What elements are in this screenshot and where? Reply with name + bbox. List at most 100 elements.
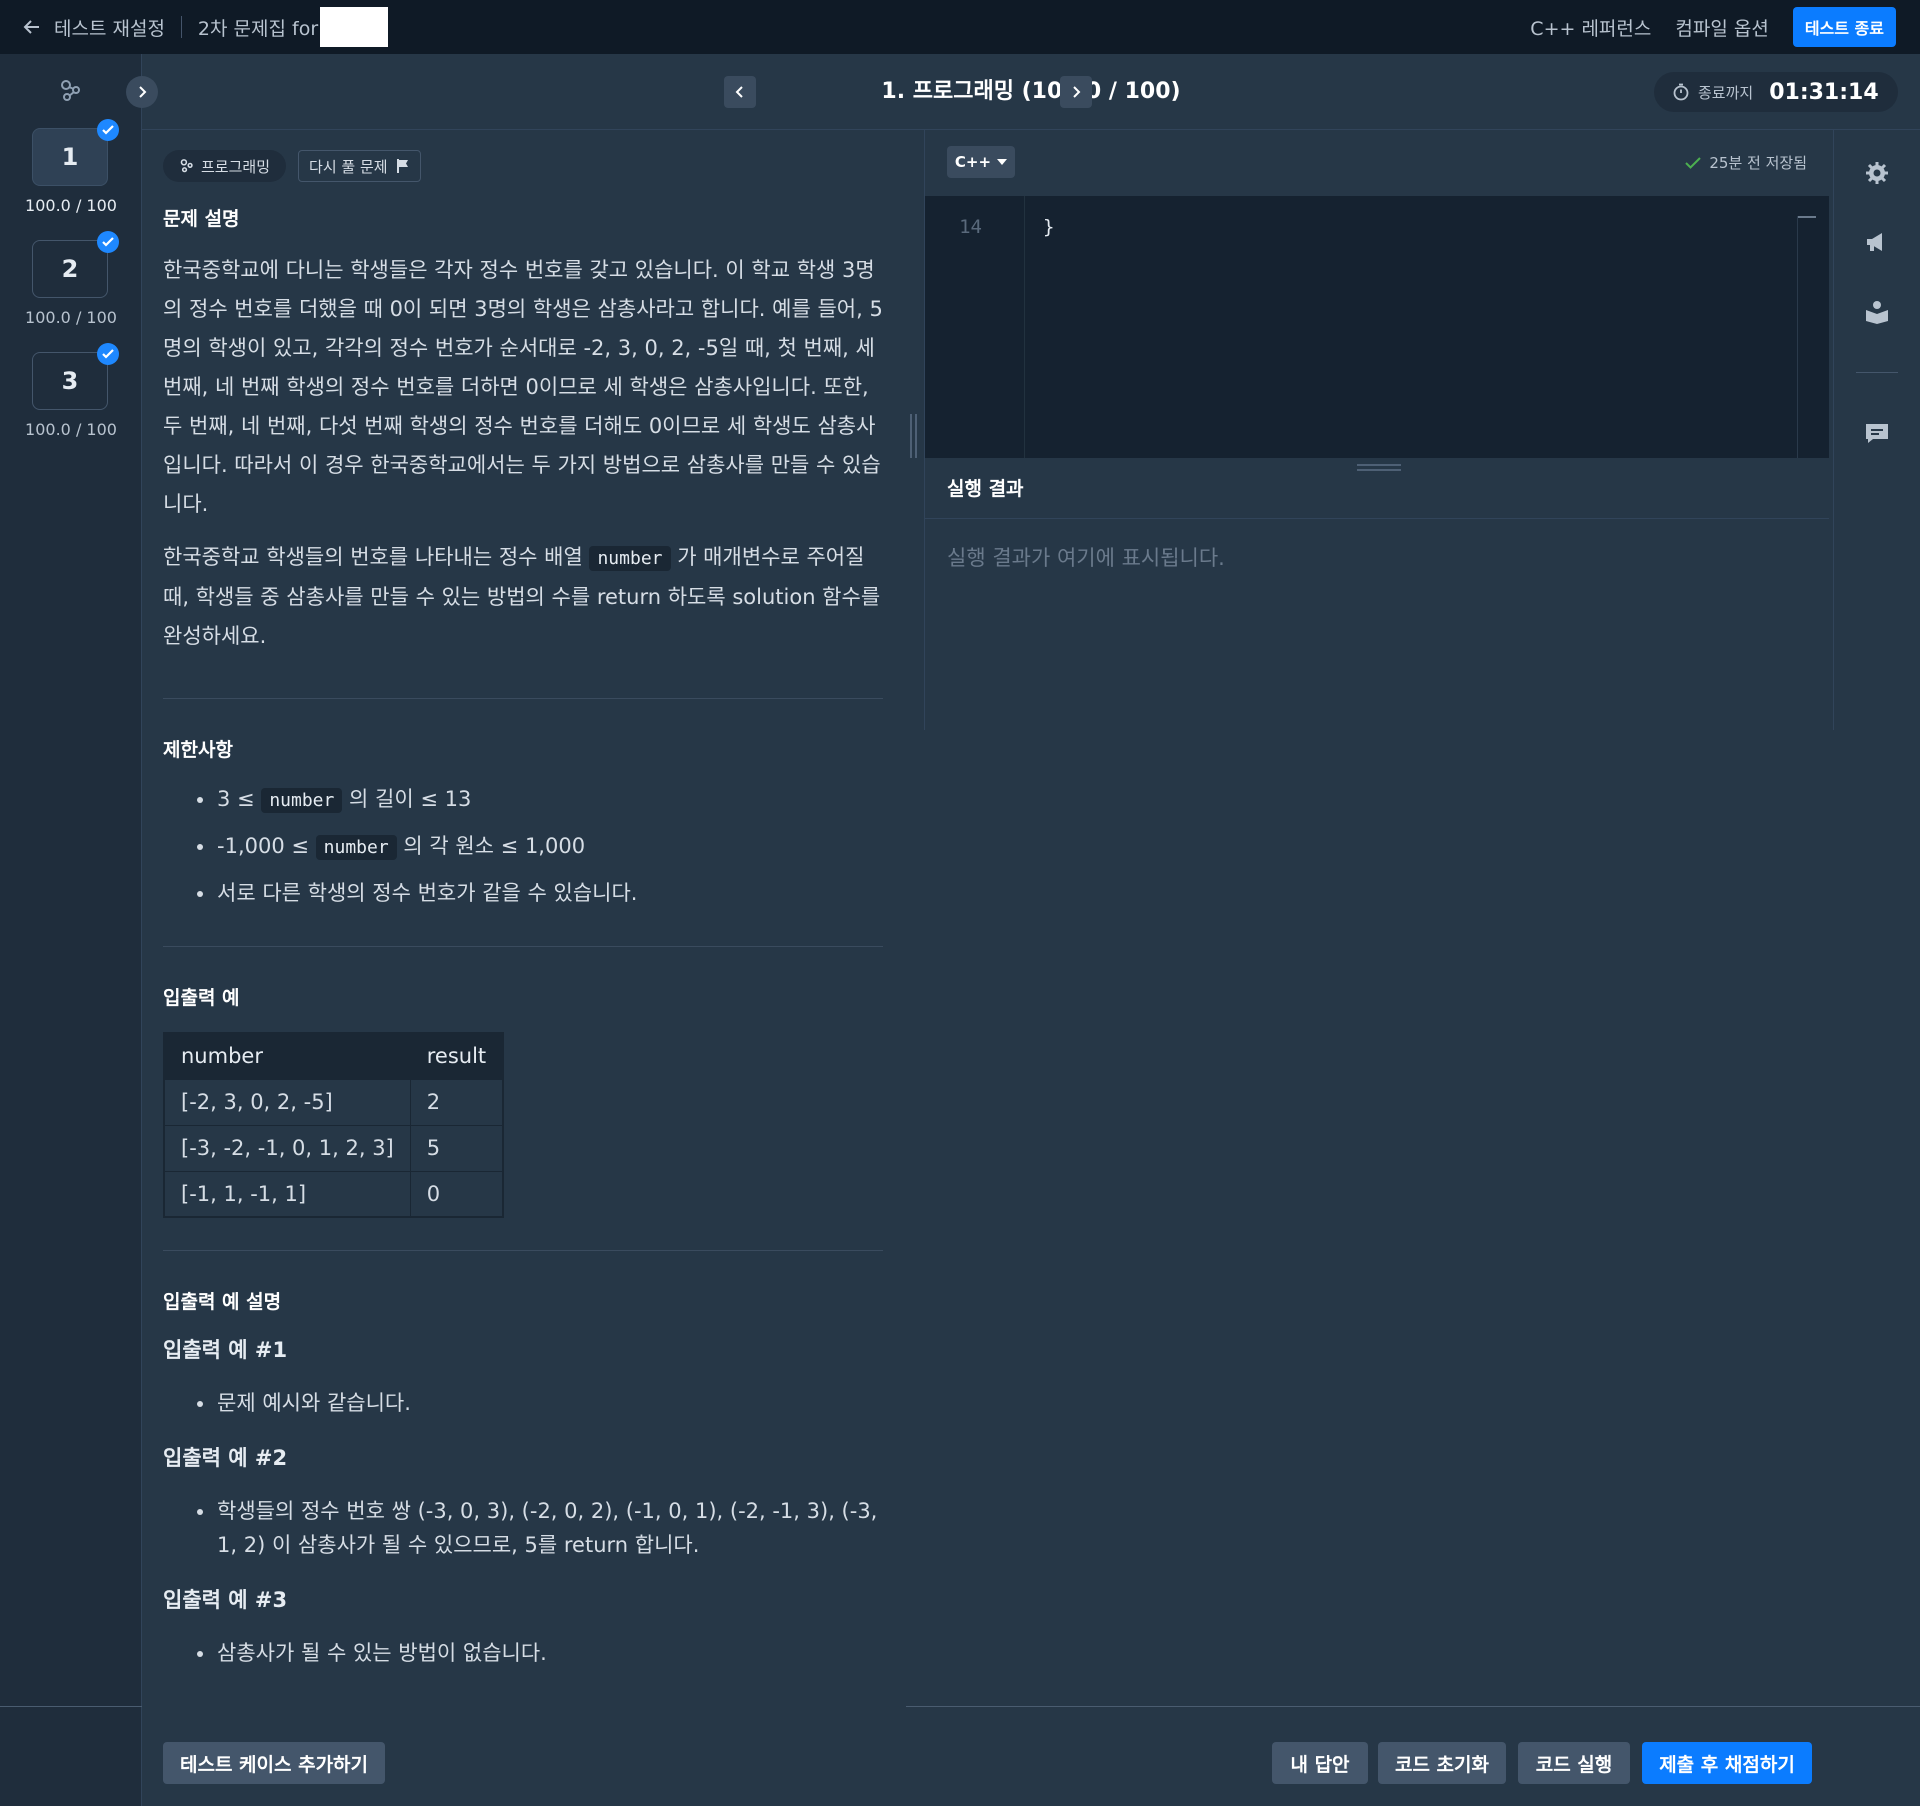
programming-icon bbox=[61, 80, 80, 101]
code-line: } bbox=[1043, 216, 1055, 238]
end-test-button[interactable]: 테스트 종료 bbox=[1792, 7, 1896, 47]
example-list: 삼총사가 될 수 있는 방법이 없습니다. bbox=[163, 1636, 883, 1670]
megaphone-icon[interactable] bbox=[1864, 229, 1890, 255]
programming-icon bbox=[180, 159, 193, 173]
question-header: 1. 프로그래밍 (100.0 / 100) 종료까지 01:31:14 bbox=[142, 54, 1920, 130]
retry-problem-button[interactable]: 다시 풀 문제 bbox=[298, 150, 421, 182]
example-title: 입출력 예 #3 bbox=[163, 1588, 288, 1612]
divider bbox=[1856, 372, 1898, 373]
table-row: [-1, 1, -1, 1] 0 bbox=[163, 1170, 504, 1218]
next-question-button[interactable] bbox=[1060, 76, 1092, 108]
divider bbox=[163, 698, 883, 699]
category-tag: 프로그래밍 bbox=[163, 150, 287, 182]
chat-icon[interactable] bbox=[1864, 420, 1890, 446]
table-row: [-3, -2, -1, 0, 1, 2, 3] 5 bbox=[163, 1124, 504, 1172]
question-1-button[interactable]: 1 bbox=[32, 119, 119, 186]
add-testcase-button[interactable]: 테스트 케이스 추가하기 bbox=[163, 1742, 385, 1784]
divider bbox=[0, 1706, 142, 1707]
table-cell: [-3, -2, -1, 0, 1, 2, 3] bbox=[163, 1124, 411, 1172]
example-title: 입출력 예 #2 bbox=[163, 1446, 288, 1470]
code-inline: number bbox=[589, 546, 671, 571]
language-label: C++ bbox=[954, 153, 992, 171]
problem-description: 프로그래밍 다시 풀 문제 문제 설명 한국중학교에 다니는 학생들은 각자 정… bbox=[163, 150, 883, 1670]
breadcrumb: 2차 문제집 for bbox=[197, 17, 319, 40]
timer: 종료까지 01:31:14 bbox=[1654, 72, 1898, 112]
example-list: 학생들의 정수 번호 쌍 (-3, 0, 3), (-2, 0, 2), (-1… bbox=[163, 1494, 883, 1562]
editor-panel: C++ 25분 전 저장됨 14 } 실행 결과 실행 결과가 여기에 표시됩니… bbox=[924, 130, 1834, 730]
question-number: 3 bbox=[61, 367, 79, 395]
category-label: 프로그래밍 bbox=[201, 157, 271, 176]
reset-code-button[interactable]: 코드 초기화 bbox=[1378, 1742, 1506, 1784]
text: 의 길이 ≤ 13 bbox=[349, 787, 472, 811]
timer-value: 01:31:14 bbox=[1769, 79, 1879, 105]
submit-button[interactable]: 제출 후 채점하기 bbox=[1642, 1742, 1812, 1784]
result-output: 실행 결과가 여기에 표시됩니다. bbox=[947, 546, 1225, 570]
flag-icon bbox=[396, 159, 408, 173]
table-cell: [-2, 3, 0, 2, -5] bbox=[163, 1078, 411, 1126]
divider bbox=[906, 1706, 1920, 1707]
timer-label: 종료까지 bbox=[1698, 83, 1754, 102]
line-number: 14 bbox=[959, 216, 982, 238]
result-title: 실행 결과 bbox=[947, 478, 1024, 500]
text: 3 ≤ bbox=[217, 787, 255, 811]
section-title: 문제 설명 bbox=[163, 208, 240, 230]
reset-test-link[interactable]: 테스트 재설정 bbox=[22, 14, 165, 41]
retry-label: 다시 풀 문제 bbox=[309, 157, 388, 176]
save-status-text: 25분 전 저장됨 bbox=[1709, 154, 1807, 172]
table-row: [-2, 3, 0, 2, -5] 2 bbox=[163, 1078, 504, 1126]
top-bar: 테스트 재설정 2차 문제집 for C++ 레퍼런스 컴파일 옵션 테스트 종… bbox=[0, 0, 1920, 54]
check-icon bbox=[1685, 156, 1702, 169]
redacted-box bbox=[320, 7, 389, 47]
save-status: 25분 전 저장됨 bbox=[1685, 152, 1807, 173]
table-header-row: number result bbox=[163, 1032, 504, 1080]
divider bbox=[163, 946, 883, 947]
question-1-score: 100.0 / 100 bbox=[25, 196, 117, 215]
reader-icon[interactable] bbox=[1864, 299, 1890, 325]
para-text: 한국중학교 학생들의 번호를 나타내는 정수 배열 bbox=[163, 545, 583, 569]
list-item: -1,000 ≤ number 의 각 원소 ≤ 1,000 bbox=[163, 829, 883, 865]
my-answer-button[interactable]: 내 답안 bbox=[1272, 1742, 1368, 1784]
language-select[interactable]: C++ bbox=[947, 146, 1015, 178]
description-paragraph: 한국중학교에 다니는 학생들은 각자 정수 번호를 갖고 있습니다. 이 학교 … bbox=[163, 258, 883, 516]
code-editor[interactable]: 14 } bbox=[925, 196, 1829, 458]
question-number: 1 bbox=[61, 143, 79, 171]
caret-down-icon bbox=[997, 159, 1008, 165]
table-cell: 5 bbox=[409, 1124, 504, 1172]
vertical-resize-handle[interactable] bbox=[910, 414, 918, 458]
io-title: 입출력 예 bbox=[163, 987, 240, 1009]
check-icon bbox=[97, 119, 119, 141]
list-item: 학생들의 정수 번호 쌍 (-3, 0, 3), (-2, 0, 2), (-1… bbox=[163, 1494, 883, 1562]
divider bbox=[163, 1250, 883, 1251]
cpp-reference-link[interactable]: C++ 레퍼런스 bbox=[1530, 14, 1651, 41]
question-rail: 1 100.0 / 100 2 100.0 / 100 3 100.0 / 10… bbox=[0, 54, 142, 1806]
compile-options-link[interactable]: 컴파일 옵션 bbox=[1675, 14, 1768, 41]
divider bbox=[925, 518, 1829, 519]
text: 의 각 원소 ≤ 1,000 bbox=[403, 834, 586, 858]
io-desc-title: 입출력 예 설명 bbox=[163, 1291, 282, 1313]
table-cell: 2 bbox=[409, 1078, 504, 1126]
run-code-button[interactable]: 코드 실행 bbox=[1518, 1742, 1630, 1784]
check-icon bbox=[97, 231, 119, 253]
gear-icon[interactable] bbox=[1864, 160, 1890, 186]
example-list: 문제 예시와 같습니다. bbox=[163, 1386, 883, 1420]
example-title: 입출력 예 #1 bbox=[163, 1338, 288, 1362]
line-gutter: 14 bbox=[925, 196, 1025, 458]
list-item: 서로 다른 학생의 정수 번호가 같을 수 있습니다. bbox=[163, 876, 883, 910]
horizontal-resize-handle[interactable] bbox=[1357, 464, 1401, 472]
list-item: 문제 예시와 같습니다. bbox=[163, 1386, 883, 1420]
table-cell: 0 bbox=[409, 1170, 504, 1218]
check-icon bbox=[97, 343, 119, 365]
constraints-list: 3 ≤ number 의 길이 ≤ 13 -1,000 ≤ number 의 각… bbox=[163, 782, 883, 910]
code-inline: number bbox=[315, 835, 397, 860]
question-3-button[interactable]: 3 bbox=[32, 343, 119, 410]
chevron-right-icon bbox=[1073, 86, 1081, 98]
stopwatch-icon bbox=[1673, 83, 1689, 101]
list-item: 3 ≤ number 의 길이 ≤ 13 bbox=[163, 782, 883, 818]
list-item: 삼총사가 될 수 있는 방법이 없습니다. bbox=[163, 1636, 883, 1670]
constraints-title: 제한사항 bbox=[163, 739, 233, 761]
editor-scrollbar[interactable] bbox=[1797, 216, 1817, 458]
description-paragraph: 한국중학교 학생들의 번호를 나타내는 정수 배열 number 가 매개변수로… bbox=[163, 538, 883, 656]
text: -1,000 ≤ bbox=[217, 834, 309, 858]
table-header: number bbox=[163, 1032, 411, 1080]
question-2-button[interactable]: 2 bbox=[32, 231, 119, 298]
